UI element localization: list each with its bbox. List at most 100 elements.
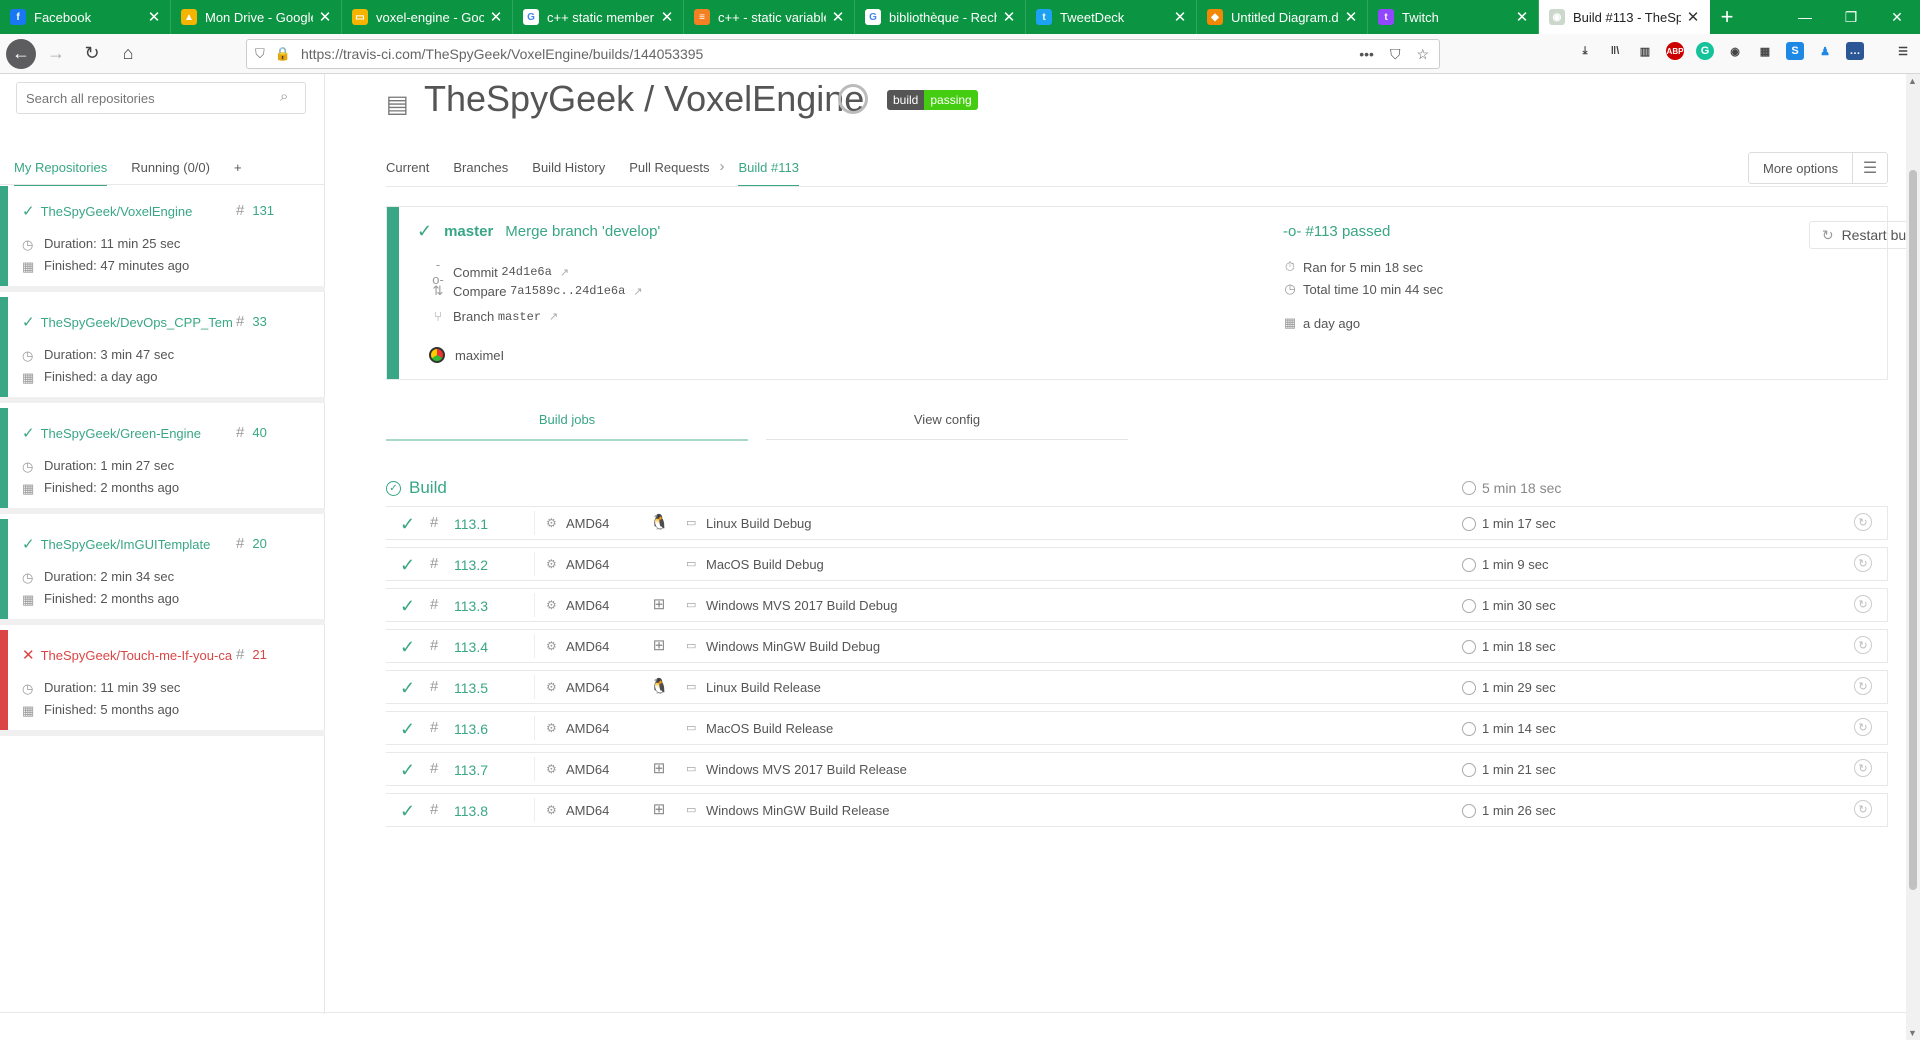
skype-icon[interactable]: S	[1786, 42, 1804, 60]
restart-job-icon[interactable]: ↻	[1854, 636, 1872, 654]
browser-tab[interactable]: ▲ Mon Drive - Google Drive✕	[171, 0, 342, 34]
shield-icon[interactable]: ⛉	[255, 46, 265, 62]
scroll-down-icon[interactable]: ▼	[1908, 1028, 1917, 1038]
repository-item[interactable]: ✓ TheSpyGeek/VoxelEngine #131 ◷ Duration: 11…	[0, 186, 325, 292]
sidebar-icon[interactable]: ▥	[1636, 42, 1654, 60]
forward-icon[interactable]: →	[40, 38, 72, 70]
status-badge[interactable]: build passing	[887, 90, 978, 110]
job-number[interactable]: 113.1	[454, 516, 488, 532]
tab-branches[interactable]: Branches	[453, 160, 508, 187]
commit-link[interactable]: 24d1e6a	[501, 265, 551, 279]
overflow-icon[interactable]: …	[1846, 42, 1864, 60]
repository-name[interactable]: ✓ TheSpyGeek/Green-Engine	[22, 424, 232, 442]
download-icon[interactable]: ⤓	[1576, 42, 1594, 60]
repository-item[interactable]: ✓ TheSpyGeek/DevOps_CPP_Template#33 ◷ Durat…	[0, 297, 325, 403]
add-repository-button[interactable]: +	[234, 160, 242, 186]
new-tab-icon[interactable]: +	[1710, 0, 1744, 34]
repository-name[interactable]: ✓ TheSpyGeek/VoxelEngine	[22, 202, 232, 220]
restart-build-button[interactable]: ↻ Restart build	[1809, 221, 1920, 249]
job-row[interactable]: ✓ #113.4 ⚙ AMD64 ⊞ ▭ Windows MinGW Build Debug…	[386, 629, 1888, 663]
job-row[interactable]: ✓ #113.3 ⚙ AMD64 ⊞ ▭ Windows MVS 2017 Build De…	[386, 588, 1888, 622]
job-number[interactable]: 113.5	[454, 680, 488, 696]
tab-current[interactable]: Current	[386, 160, 429, 187]
build-number[interactable]: #21	[236, 646, 267, 663]
job-number[interactable]: 113.6	[454, 721, 488, 737]
job-number[interactable]: 113.3	[454, 598, 488, 614]
notification-icon[interactable]: ♟	[1816, 42, 1834, 60]
menu-icon[interactable]: ☰	[1894, 42, 1912, 60]
restart-job-icon[interactable]: ↻	[1854, 554, 1872, 572]
browser-tab[interactable]: t Twitch ✕	[1368, 0, 1539, 34]
job-number[interactable]: 113.2	[454, 557, 488, 573]
tab-pull-requests[interactable]: Pull Requests	[629, 160, 709, 187]
repository-name[interactable]: ✓ TheSpyGeek/ImGUITemplate	[22, 535, 232, 553]
browser-tab[interactable]: Gbibliothèque - Recherche✕	[855, 0, 1026, 34]
job-number[interactable]: 113.7	[454, 762, 488, 778]
job-row[interactable]: ✓ #113.1 ⚙ AMD64 🐧 ▭ Linux Build Debug 1 min 17…	[386, 506, 1888, 540]
restart-job-icon[interactable]: ↻	[1854, 513, 1872, 531]
job-number[interactable]: 113.8	[454, 803, 488, 819]
repository-name[interactable]: ✓ TheSpyGeek/DevOps_CPP_Template	[22, 313, 232, 331]
repository-item[interactable]: ✓ TheSpyGeek/Green-Engine #40 ◷ Duration: 1 …	[0, 408, 325, 514]
close-tab-icon[interactable]: ✕	[830, 8, 846, 26]
repository-name[interactable]: ✕ TheSpyGeek/Touch-me-If-you-can	[22, 646, 232, 664]
scrollbar[interactable]: ▲ ▼	[1906, 74, 1920, 1040]
address-bar[interactable]: ⛉ 🔒 https://travis-ci.com/TheSpyGeek/Vox…	[246, 39, 1440, 69]
close-window-icon[interactable]: ✕	[1874, 0, 1920, 34]
close-tab-icon[interactable]: ✕	[1514, 8, 1530, 26]
tab-view-config[interactable]: View config	[766, 412, 1128, 440]
close-tab-icon[interactable]: ✕	[1343, 8, 1359, 26]
job-row[interactable]: ✓ #113.6 ⚙ AMD64 ▭ MacOS Build Release 1 min 1…	[386, 711, 1888, 745]
tab-my-repositories[interactable]: My Repositories	[14, 160, 108, 186]
browser-tab[interactable]: ▭ voxel-engine - Google Slides✕	[342, 0, 513, 34]
adblock-icon[interactable]: ABP	[1666, 42, 1684, 60]
external-link-icon[interactable]: ↗	[633, 285, 642, 298]
close-tab-icon[interactable]: ✕	[1172, 8, 1188, 26]
compare-link[interactable]: 7a1589c..24d1e6a	[510, 284, 625, 298]
repository-item[interactable]: ✓ TheSpyGeek/ImGUITemplate #20 ◷ Duration: 2…	[0, 519, 325, 625]
job-row[interactable]: ✓ #113.5 ⚙ AMD64 🐧 ▭ Linux Build Release 1 min …	[386, 670, 1888, 704]
close-tab-icon[interactable]: ✕	[488, 8, 504, 26]
lock-icon[interactable]: 🔒	[275, 46, 291, 62]
browser-tab[interactable]: ≡ c++ - static variable ✕	[684, 0, 855, 34]
grammarly-icon[interactable]: G	[1696, 42, 1714, 60]
build-number[interactable]: #33	[236, 313, 267, 330]
tab-build-jobs[interactable]: Build jobs	[386, 412, 748, 441]
job-row[interactable]: ✓ #113.7 ⚙ AMD64 ⊞ ▭ Windows MVS 2017 Build Re…	[386, 752, 1888, 786]
github-icon[interactable]	[838, 84, 868, 114]
scroll-up-icon[interactable]: ▲	[1908, 76, 1917, 86]
branch-name[interactable]: master	[444, 223, 493, 240]
job-row[interactable]: ✓ #113.8 ⚙ AMD64 ⊞ ▭ Windows MinGW Build Relea…	[386, 793, 1888, 827]
build-number[interactable]: #20	[236, 535, 267, 552]
extension-icon[interactable]: ▦	[1756, 42, 1774, 60]
external-link-icon[interactable]: ↗	[560, 266, 569, 279]
close-tab-icon[interactable]: ✕	[1001, 8, 1017, 26]
build-number[interactable]: #131	[236, 202, 274, 219]
branch-link[interactable]: master	[498, 310, 541, 324]
minimize-icon[interactable]: —	[1782, 0, 1828, 34]
restart-job-icon[interactable]: ↻	[1854, 595, 1872, 613]
library-icon[interactable]: ‖\	[1606, 42, 1624, 60]
close-tab-icon[interactable]: ✕	[317, 8, 333, 26]
url-text[interactable]: https://travis-ci.com/TheSpyGeek/VoxelEn…	[301, 46, 1359, 62]
build-number[interactable]: #40	[236, 424, 267, 441]
tab-running[interactable]: Running (0/0)	[131, 160, 210, 186]
restore-icon[interactable]: ❐	[1828, 0, 1874, 34]
browser-tab[interactable]: f Facebook ✕	[0, 0, 171, 34]
close-tab-icon[interactable]: ✕	[1685, 8, 1701, 26]
restart-job-icon[interactable]: ↻	[1854, 677, 1872, 695]
page-title[interactable]: TheSpyGeek / VoxelEngine	[424, 78, 864, 120]
more-options-button[interactable]: More options ☰	[1748, 152, 1888, 184]
close-tab-icon[interactable]: ✕	[659, 8, 675, 26]
close-tab-icon[interactable]: ✕	[146, 8, 162, 26]
scrollbar-thumb[interactable]	[1909, 170, 1917, 890]
browser-tab[interactable]: ◉ Build #113 - TheSpyGeek✕	[1539, 0, 1710, 34]
restart-job-icon[interactable]: ↻	[1854, 718, 1872, 736]
job-number[interactable]: 113.4	[454, 639, 488, 655]
account-icon[interactable]: ◉	[1726, 42, 1744, 60]
search-input[interactable]	[16, 82, 306, 114]
search-icon[interactable]: ⌕	[280, 88, 288, 105]
browser-tab[interactable]: t TweetDeck ✕	[1026, 0, 1197, 34]
repository-item[interactable]: ✕ TheSpyGeek/Touch-me-If-you-can #21 ◷ Durat…	[0, 630, 325, 736]
reload-icon[interactable]: ↻	[76, 38, 108, 70]
